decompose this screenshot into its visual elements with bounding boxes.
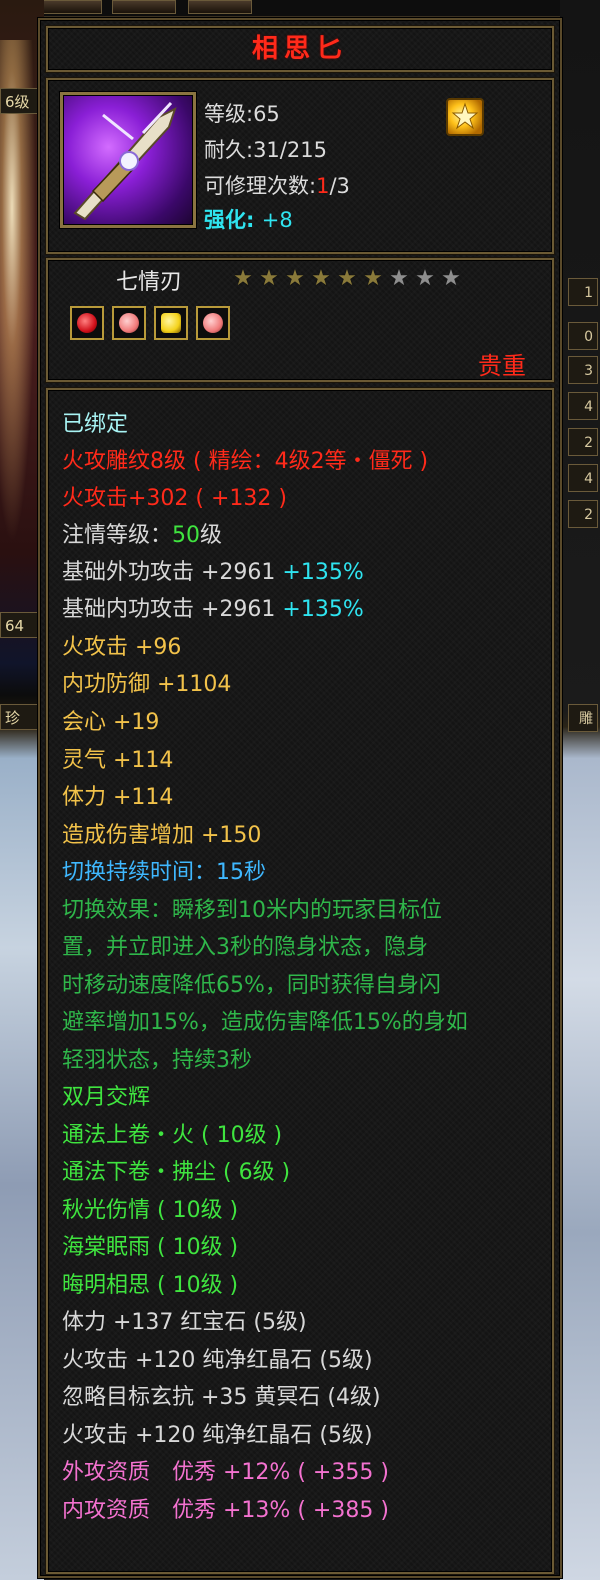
- switch-effect-line: 轻羽状态，持续3秒: [62, 1048, 252, 1073]
- set-skill-line: 双月交辉: [62, 1085, 151, 1110]
- infuse-level-line: 注情等级：50级: [62, 521, 222, 551]
- right-tab[interactable]: 雕: [568, 704, 598, 732]
- left-tab[interactable]: 珍: [0, 704, 38, 730]
- star-rating: ★ ★ ★ ★ ★ ★ ★ ★ ★: [230, 268, 464, 290]
- toolbar-slot[interactable]: [112, 0, 176, 14]
- infuse-prefix: 注情等级：: [62, 523, 173, 548]
- set-skill-line: 通法上卷・火 ( 10级 ): [62, 1123, 283, 1148]
- fire-attack-line: 火攻击+302 ( +132 ): [62, 486, 287, 511]
- set-skill-line: 晦明相思 ( 10级 ): [62, 1273, 239, 1298]
- aptitude-line: 外攻资质 优秀 +12% ( +355 ): [62, 1460, 389, 1485]
- base-internal-pct: +135%: [282, 597, 364, 622]
- toolbar-slot[interactable]: [188, 0, 252, 14]
- base-external-label: 基础外功攻击 +2961: [62, 560, 276, 585]
- socket-slot[interactable]: [154, 306, 188, 340]
- stat-line: 会心 +19: [62, 710, 160, 735]
- level-label: 等级:65: [204, 102, 280, 126]
- socket-slot[interactable]: [70, 306, 104, 340]
- gem-star-badge-icon: [446, 98, 484, 136]
- gem-bonus-line: 火攻击 +120 纯净红晶石 (5级): [62, 1423, 373, 1448]
- infuse-suffix: 级: [200, 523, 223, 548]
- right-number: 0: [568, 322, 598, 350]
- socket-slot[interactable]: [112, 306, 146, 340]
- stat-line: 内功防御 +1104: [62, 672, 232, 697]
- right-number: 4: [568, 392, 598, 420]
- item-name: 相思匕: [251, 34, 348, 64]
- right-number: 4: [568, 464, 598, 492]
- pink-crystal-gem-icon: [203, 313, 223, 333]
- dagger-weapon-icon: [60, 92, 196, 228]
- stat-line: 体力 +114: [62, 785, 174, 810]
- refine-frame: 七情刃 ★ ★ ★ ★ ★ ★ ★ ★ ★ 贵重: [46, 258, 554, 382]
- enhance-value: +8: [261, 208, 293, 232]
- switch-effect-line: 切换效果：瞬移到10米内的玩家目标位: [62, 898, 442, 923]
- gem-bonus-line: 体力 +137 红宝石 (5级): [62, 1310, 307, 1335]
- stat-line: 灵气 +114: [62, 748, 174, 773]
- gem-bonus-line: 忽略目标玄抗 +35 黄冥石 (4级): [62, 1385, 381, 1410]
- enhance-level: 强化: +8: [204, 204, 293, 234]
- base-external-pct: +135%: [282, 560, 364, 585]
- star-lit-icon: ★: [285, 266, 305, 291]
- engrave-line: 火攻雕纹8级 ( 精绘：4级2等・僵死 ): [62, 449, 429, 474]
- star-lit-icon: ★: [259, 266, 279, 291]
- aptitude-line: 内攻资质 优秀 +13% ( +385 ): [62, 1498, 389, 1523]
- right-number: 1: [568, 278, 598, 306]
- title-frame: 相思匕: [46, 26, 554, 72]
- enhance-label: 强化:: [204, 208, 255, 232]
- switch-duration: 切换持续时间：15秒: [62, 860, 266, 885]
- rarity-label: 贵重: [478, 352, 526, 380]
- light-glow: [0, 40, 40, 600]
- stat-line: 火攻击 +96: [62, 635, 182, 660]
- left-label: 64: [0, 612, 38, 638]
- stat-line: 造成伤害增加 +150: [62, 823, 262, 848]
- ruby-gem-icon: [77, 313, 97, 333]
- star-empty-icon: ★: [415, 266, 435, 291]
- durability-label: 耐久:31/215: [204, 138, 327, 162]
- base-external-attack: 基础外功攻击 +2961 +135%: [62, 558, 364, 588]
- toolbar-slot[interactable]: [38, 0, 102, 14]
- base-internal-label: 基础内功攻击 +2961: [62, 597, 276, 622]
- top-toolbar-strip: [0, 0, 600, 17]
- socket-slot[interactable]: [196, 306, 230, 340]
- repair-used: 1: [316, 174, 330, 198]
- repair-prefix: 可修理次数:: [204, 174, 317, 198]
- star-empty-icon: ★: [389, 266, 409, 291]
- set-skill-line: 通法下卷・拂尘 ( 6级 ): [62, 1160, 291, 1185]
- yellow-gem-icon: [161, 313, 181, 333]
- background-scene-right: 1 0 3 4 2 4 2 雕: [560, 0, 600, 1580]
- set-skill-line: 海棠眠雨 ( 10级 ): [62, 1235, 239, 1260]
- switch-effect-line: 时移动速度降低65%，同时获得自身闪: [62, 973, 441, 998]
- attributes-frame: 已绑定 火攻雕纹8级 ( 精绘：4级2等・僵死 ) 火攻击+302 ( +132…: [46, 388, 554, 1574]
- gem-bonus-line: 火攻击 +120 纯净红晶石 (5级): [62, 1348, 373, 1373]
- switch-effect-line: 避率增加15%，造成伤害降低15%的身如: [62, 1010, 468, 1035]
- star-lit-icon: ★: [233, 266, 253, 291]
- base-internal-attack: 基础内功攻击 +2961 +135%: [62, 595, 364, 625]
- repair-total: /3: [329, 174, 350, 198]
- right-number: 2: [568, 500, 598, 528]
- pink-crystal-gem-icon: [119, 313, 139, 333]
- right-number: 2: [568, 428, 598, 456]
- switch-effect-line: 置，并立即进入3秒的隐身状态，隐身: [62, 935, 428, 960]
- item-tooltip: 相思匕 等级:65 耐久:31/215 可修理次数:1/3 强化: +8 七情刃: [38, 18, 562, 1578]
- bound-status: 已绑定: [62, 412, 129, 437]
- series-name: 七情刃: [116, 270, 183, 295]
- set-skill-line: 秋光伤情 ( 10级 ): [62, 1198, 239, 1223]
- star-lit-icon: ★: [311, 266, 331, 291]
- right-number: 3: [568, 356, 598, 384]
- star-empty-icon: ★: [441, 266, 461, 291]
- star-lit-icon: ★: [337, 266, 357, 291]
- infuse-level: 50: [172, 523, 201, 548]
- star-lit-icon: ★: [363, 266, 383, 291]
- left-label: 6级: [0, 88, 38, 114]
- repair-count: 可修理次数:1/3: [204, 170, 350, 200]
- info-frame: 等级:65 耐久:31/215 可修理次数:1/3 强化: +8: [46, 78, 554, 254]
